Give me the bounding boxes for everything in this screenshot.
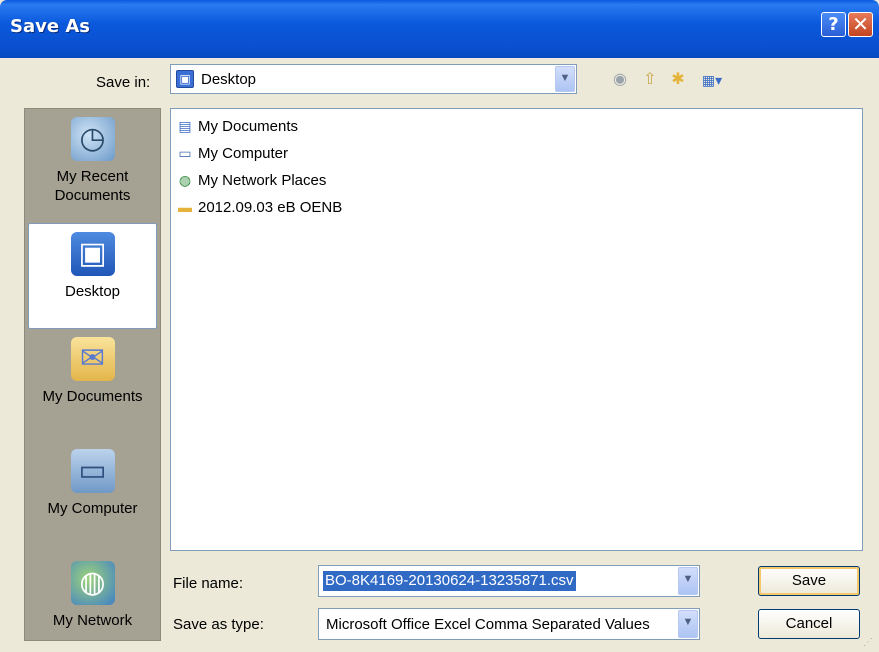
list-item[interactable]: ▤ My Documents xyxy=(175,115,298,137)
list-item[interactable]: ◍ My Network Places xyxy=(175,169,326,191)
back-icon[interactable]: ◉ xyxy=(610,70,630,90)
place-desktop[interactable]: ▣ Desktop xyxy=(28,223,157,329)
list-item[interactable]: ▬ 2012.09.03 eB OENB xyxy=(175,196,342,218)
title-bar: Save As ? ✕ xyxy=(0,0,879,58)
place-my-recent-documents[interactable]: ◷ My Recent Documents xyxy=(28,117,157,217)
file-name-field[interactable]: BO-8K4169-20130624-13235871.csv ▼ xyxy=(318,565,700,597)
chevron-down-icon[interactable]: ▼ xyxy=(678,567,698,595)
views-menu-icon[interactable]: ▦▾ xyxy=(697,70,727,90)
save-in-value: Desktop xyxy=(201,71,257,88)
place-my-documents[interactable]: ✉ My Documents xyxy=(28,337,157,427)
place-label: My Computer xyxy=(47,500,138,517)
list-item[interactable]: ▭ My Computer xyxy=(175,142,288,164)
help-button[interactable]: ? xyxy=(821,12,846,37)
desktop-icon: ▣ xyxy=(176,70,194,88)
network-places-icon: ◍ xyxy=(178,172,192,188)
new-folder-icon[interactable]: ✱ xyxy=(668,70,688,90)
place-label: My Recent Documents xyxy=(54,168,131,204)
place-my-computer[interactable]: ▭ My Computer xyxy=(28,449,157,539)
save-as-type-select[interactable]: Microsoft Office Excel Comma Separated V… xyxy=(318,608,700,640)
save-as-type-value: Microsoft Office Excel Comma Separated V… xyxy=(326,616,650,633)
save-button[interactable]: Save xyxy=(758,566,860,596)
place-my-network[interactable]: ◍ My Network xyxy=(28,561,157,637)
recent-documents-icon: ◷ xyxy=(70,117,115,161)
place-label: Desktop xyxy=(64,283,121,300)
cancel-button[interactable]: Cancel xyxy=(758,609,860,639)
place-label: My Network xyxy=(52,612,133,629)
resize-grip-icon[interactable]: ⋰ xyxy=(863,637,875,649)
places-bar: ◷ My Recent Documents ▣ Desktop ✉ My Doc… xyxy=(24,108,161,641)
chevron-down-icon[interactable]: ▼ xyxy=(678,610,698,638)
file-name-label: File name: xyxy=(173,575,244,592)
chevron-down-icon[interactable]: ▼ xyxy=(555,66,575,92)
file-name: My Computer xyxy=(198,144,289,162)
file-name: My Documents xyxy=(198,117,299,135)
save-in-combo[interactable]: ▣ Desktop ▼ xyxy=(170,64,577,94)
desktop-icon: ▣ xyxy=(70,232,115,276)
my-documents-icon: ✉ xyxy=(70,337,115,381)
file-list[interactable]: ▤ My Documents ▭ My Computer ◍ My Networ… xyxy=(170,108,863,551)
save-in-label: Save in: xyxy=(96,74,151,91)
file-name: 2012.09.03 eB OENB xyxy=(198,198,343,216)
close-button[interactable]: ✕ xyxy=(848,12,873,37)
place-label: My Documents xyxy=(42,388,143,405)
my-computer-icon: ▭ xyxy=(70,449,115,493)
save-as-type-label: Save as type: xyxy=(173,616,264,633)
my-documents-icon: ▤ xyxy=(178,118,192,134)
up-folder-icon[interactable]: ⇧ xyxy=(640,70,660,90)
window-title: Save As xyxy=(10,16,90,37)
network-icon: ◍ xyxy=(70,561,115,605)
folder-icon: ▬ xyxy=(178,199,192,215)
my-computer-icon: ▭ xyxy=(178,145,192,161)
file-name: My Network Places xyxy=(198,171,327,189)
file-name-input[interactable]: BO-8K4169-20130624-13235871.csv xyxy=(323,571,576,591)
